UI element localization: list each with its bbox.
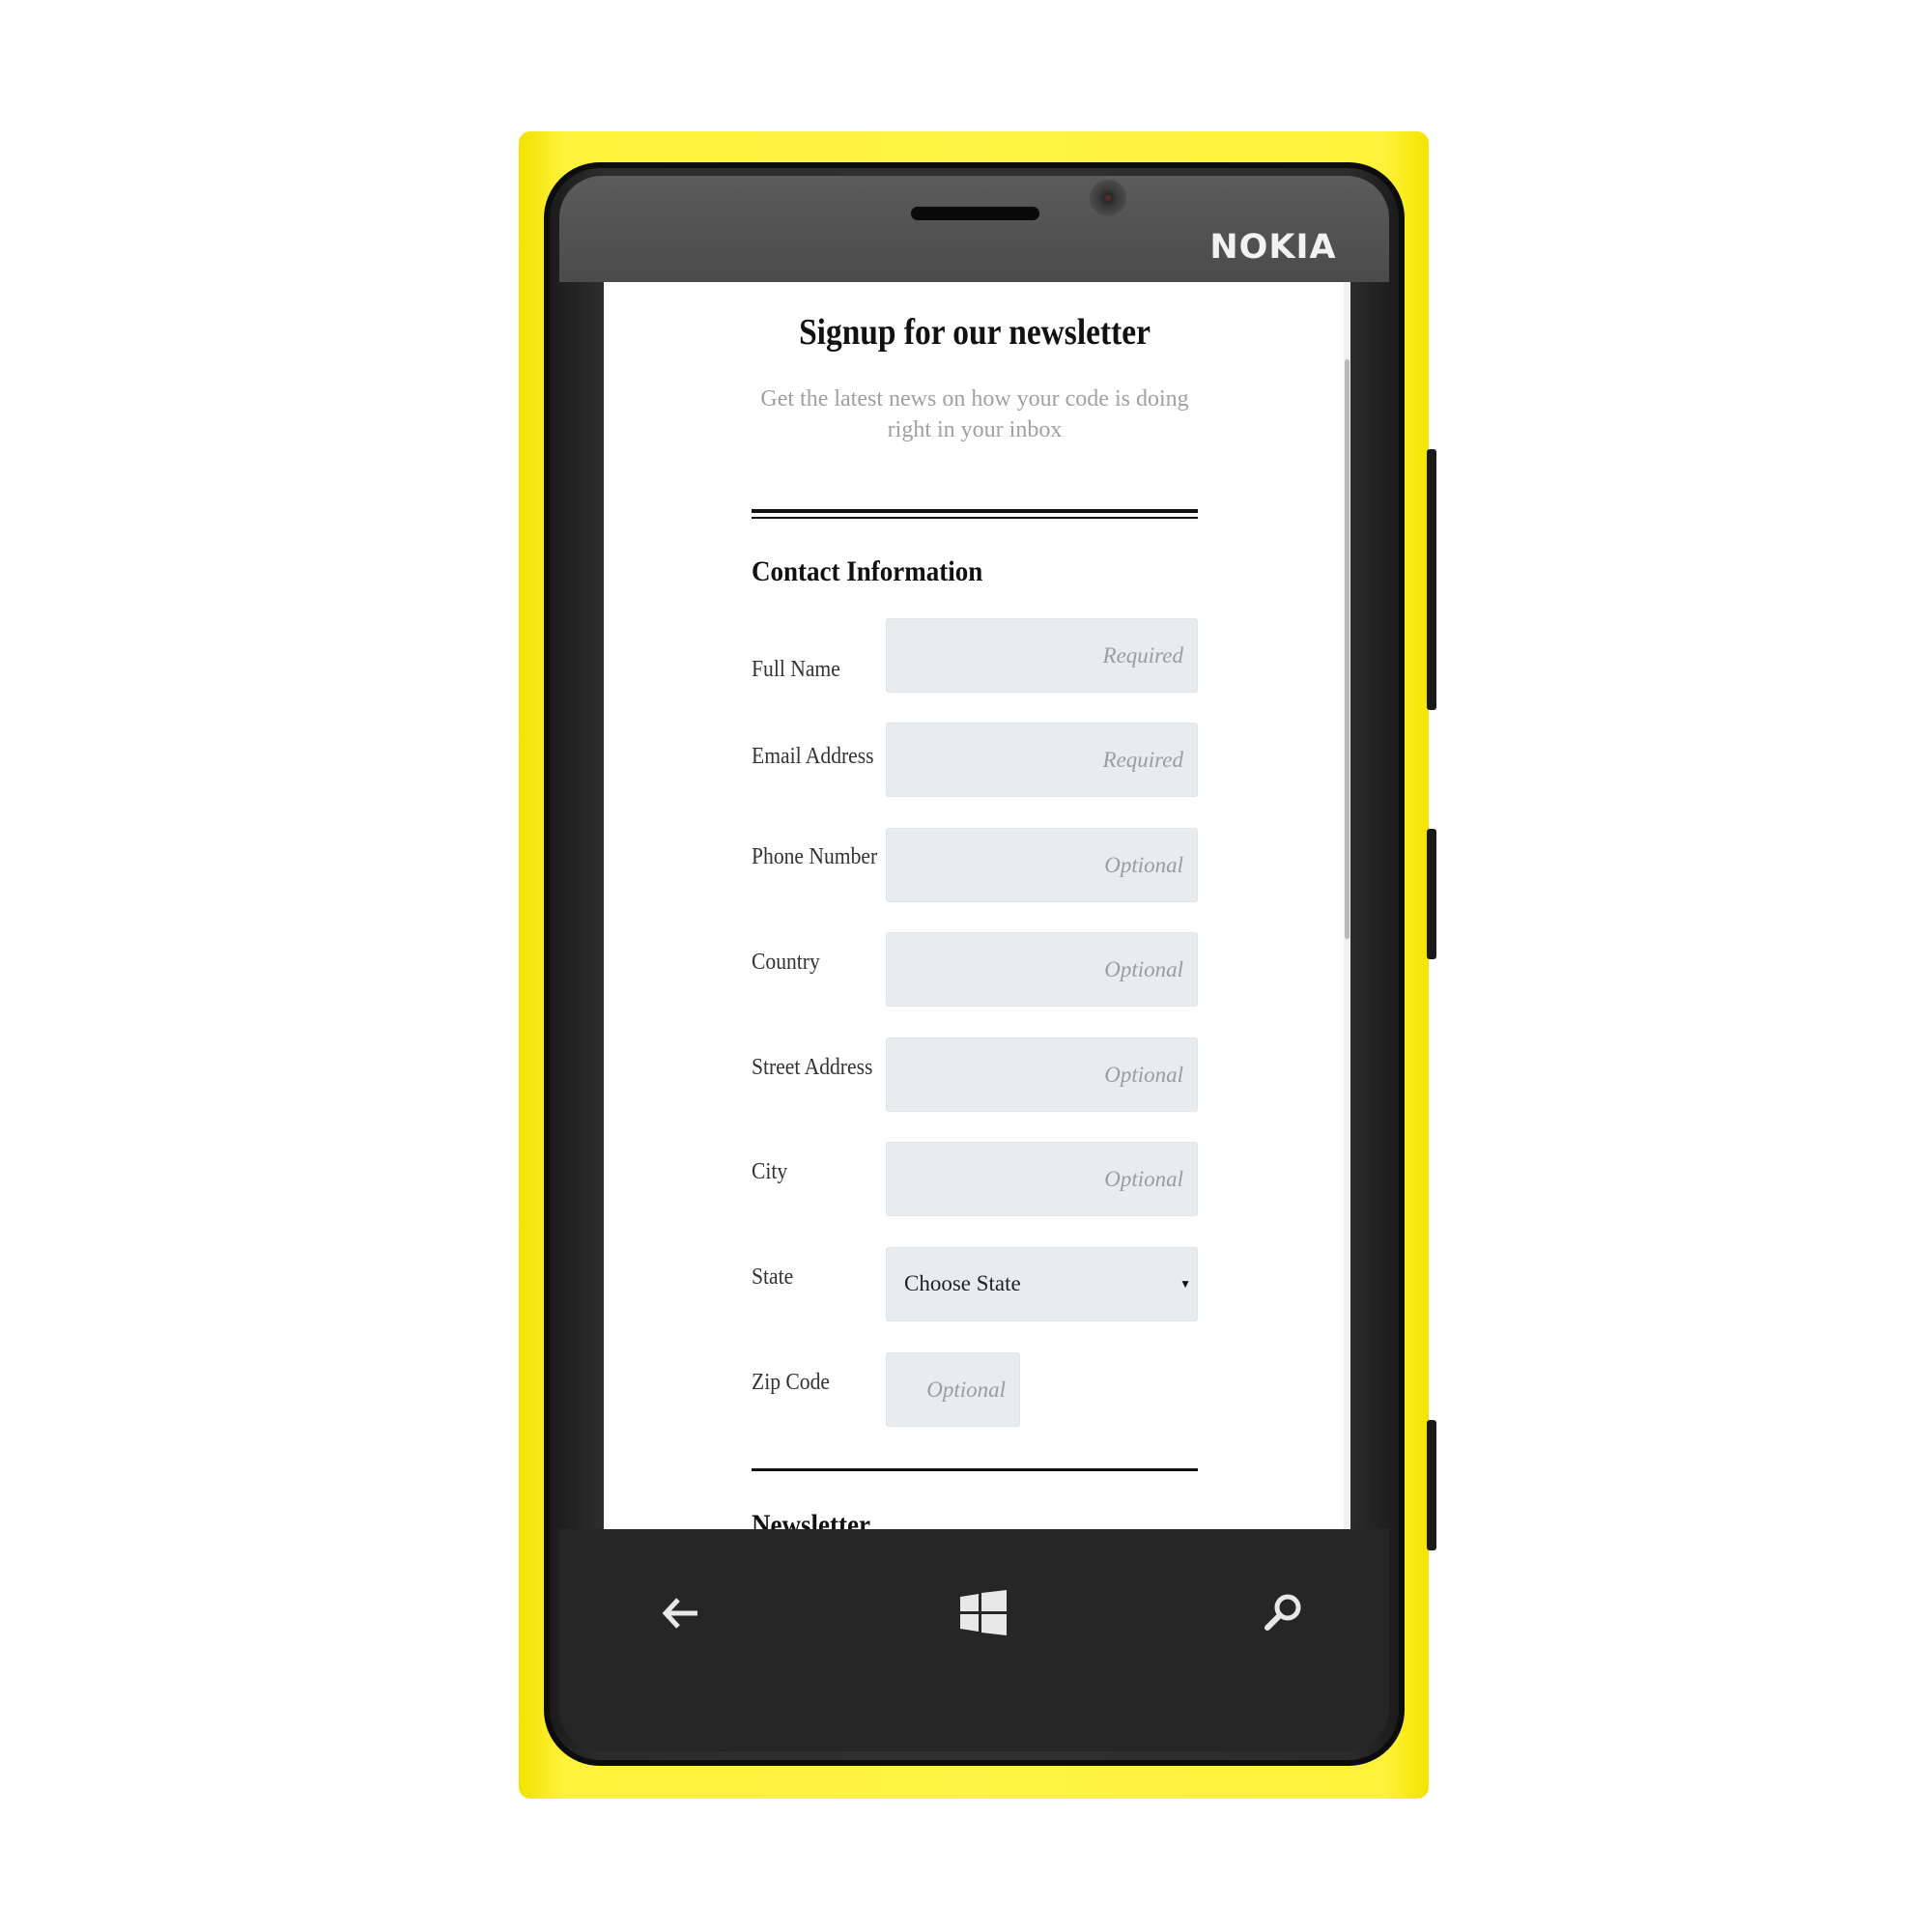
section-divider	[752, 1468, 1198, 1471]
double-divider	[752, 509, 1198, 519]
section-heading-contact: Contact Information	[752, 555, 983, 587]
volume-button[interactable]	[1427, 449, 1436, 710]
city-input[interactable]	[886, 1142, 1198, 1216]
brand-logo: NOKIA	[1209, 228, 1337, 267]
search-button[interactable]	[1264, 1592, 1304, 1633]
section-heading-newsletter: Newsletter	[752, 1509, 870, 1529]
earpiece-speaker	[911, 207, 1039, 220]
zip-code-input[interactable]	[886, 1352, 1020, 1427]
caret-down-icon: ▼	[1179, 1277, 1191, 1291]
scrollbar[interactable]	[1344, 282, 1350, 1529]
front-camera-icon	[1090, 180, 1126, 216]
page-title: Signup for our newsletter	[799, 312, 1151, 353]
camera-button[interactable]	[1427, 1420, 1436, 1550]
state-select-value: Choose State	[904, 1271, 1021, 1295]
street-address-input[interactable]	[886, 1037, 1198, 1112]
full-name-input[interactable]	[886, 618, 1198, 693]
windows-logo-icon	[960, 1590, 1007, 1635]
state-label: State	[752, 1264, 794, 1290]
country-label: Country	[752, 950, 820, 975]
city-label: City	[752, 1159, 788, 1184]
zip-code-label: Zip Code	[752, 1370, 830, 1395]
navigation-bar	[559, 1529, 1389, 1751]
screen: Signup for our newsletter Get the latest…	[604, 282, 1350, 1529]
street-address-label: Street Address	[752, 1055, 873, 1080]
search-icon	[1264, 1594, 1301, 1631]
phone-label: Phone Number	[752, 844, 878, 869]
back-button[interactable]	[661, 1594, 699, 1633]
phone-input[interactable]	[886, 828, 1198, 902]
scrollbar-thumb[interactable]	[1345, 359, 1350, 939]
email-input[interactable]	[886, 723, 1198, 797]
state-select[interactable]: Choose State ▼	[886, 1247, 1198, 1321]
page-subtitle: Get the latest news on how your code is …	[760, 386, 1189, 442]
power-button[interactable]	[1427, 829, 1436, 959]
start-button[interactable]	[960, 1590, 1007, 1636]
country-input[interactable]	[886, 932, 1198, 1007]
email-label: Email Address	[752, 744, 874, 769]
arrow-left-icon	[662, 1598, 697, 1629]
full-name-label: Full Name	[752, 657, 840, 682]
